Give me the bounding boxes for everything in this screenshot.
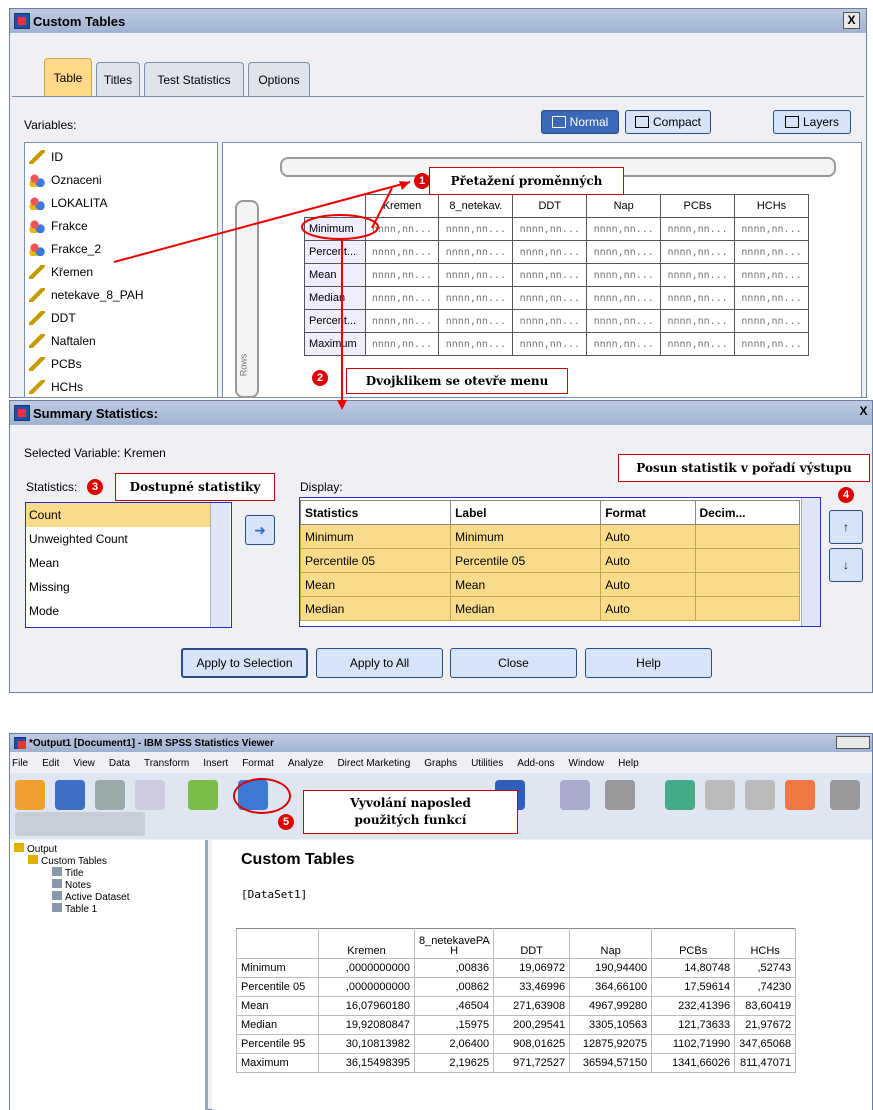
drag-arrow-1 (113, 181, 411, 263)
drag-arrow-1-head (399, 181, 410, 190)
open-arrow-head (337, 400, 347, 410)
minimum-highlight (301, 214, 379, 240)
arrows-overlay (113, 181, 411, 410)
